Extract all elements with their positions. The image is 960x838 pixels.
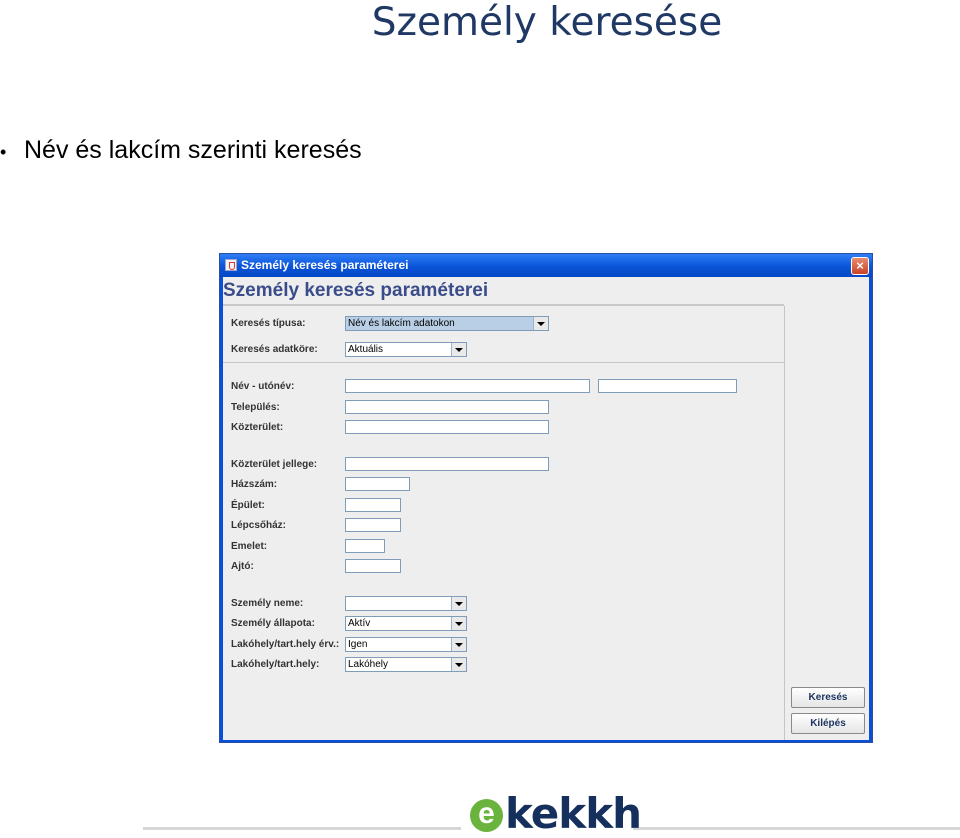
window-titlebar[interactable]: Személy keresés paraméterei × bbox=[220, 254, 872, 277]
door-input[interactable] bbox=[345, 559, 401, 573]
bullet-item: • Név és lakcím szerinti keresés bbox=[0, 134, 362, 168]
staircase-input[interactable] bbox=[345, 518, 401, 532]
staircase-label: Lépcsőház: bbox=[231, 520, 287, 531]
logo-e-icon: e bbox=[470, 799, 503, 832]
residence-value: Lakóhely bbox=[348, 659, 389, 670]
search-scope-label: Keresés adatköre: bbox=[231, 344, 318, 355]
chevron-down-icon[interactable] bbox=[451, 617, 466, 630]
floor-input[interactable] bbox=[345, 539, 385, 553]
given-name-input[interactable] bbox=[598, 379, 737, 393]
house-number-label: Házszám: bbox=[231, 479, 278, 490]
search-type-value: Név és lakcím adatokon bbox=[348, 318, 455, 329]
footer-rule-left bbox=[143, 827, 461, 830]
search-scope-value: Aktuális bbox=[348, 344, 384, 355]
gender-combo[interactable] bbox=[345, 596, 467, 611]
door-label: Ajtó: bbox=[231, 561, 254, 572]
slide-title: Személy keresése bbox=[371, 0, 723, 45]
house-number-input[interactable] bbox=[345, 477, 410, 491]
search-button[interactable]: Keresés bbox=[791, 687, 865, 708]
search-scope-combo[interactable]: Aktuális bbox=[345, 342, 467, 357]
bullet-dot: • bbox=[0, 142, 7, 162]
chevron-down-icon[interactable] bbox=[533, 317, 548, 330]
chevron-down-icon[interactable] bbox=[451, 638, 466, 651]
settlement-input[interactable] bbox=[345, 400, 549, 414]
status-combo[interactable]: Aktív bbox=[345, 616, 467, 631]
residence-valid-combo[interactable]: Igen bbox=[345, 637, 467, 652]
status-value: Aktív bbox=[348, 618, 371, 629]
dialog-header-title: Személy keresés paraméterei bbox=[223, 280, 489, 301]
search-dialog: Személy keresés paraméterei × Személy ke… bbox=[219, 253, 873, 743]
chevron-down-icon[interactable] bbox=[451, 597, 466, 610]
building-input[interactable] bbox=[345, 498, 401, 512]
building-label: Épület: bbox=[231, 500, 265, 511]
floor-label: Emelet: bbox=[231, 541, 268, 552]
street-type-label: Közterület jellege: bbox=[231, 459, 318, 470]
footer-rule-right bbox=[633, 827, 960, 830]
java-cup-icon bbox=[225, 259, 237, 271]
settlement-label: Település: bbox=[231, 402, 280, 413]
surname-input[interactable] bbox=[345, 379, 590, 393]
street-label: Közterület: bbox=[231, 422, 284, 433]
residence-valid-label: Lakóhely/tart.hely érv.: bbox=[231, 639, 340, 650]
search-type-combo[interactable]: Név és lakcím adatokon bbox=[345, 316, 549, 331]
residence-combo[interactable]: Lakóhely bbox=[345, 657, 467, 672]
bullet-text: Név és lakcím szerinti keresés bbox=[24, 136, 362, 164]
close-button[interactable]: × bbox=[851, 257, 869, 275]
window-client: Személy keresés paraméterei Keresés típu… bbox=[223, 277, 869, 740]
street-input[interactable] bbox=[345, 420, 549, 434]
status-label: Személy állapota: bbox=[231, 618, 315, 629]
form-panel: Keresés típusa: Név és lakcím adatokon K… bbox=[223, 306, 785, 740]
window-title: Személy keresés paraméterei bbox=[241, 258, 409, 272]
name-label: Név - utónév: bbox=[231, 381, 295, 392]
residence-valid-value: Igen bbox=[348, 639, 368, 650]
logo-text: kekkh bbox=[505, 789, 642, 838]
exit-button[interactable]: Kilépés bbox=[791, 713, 865, 734]
kekkh-logo: e kekkh bbox=[470, 789, 642, 838]
search-type-label: Keresés típusa: bbox=[231, 318, 306, 329]
street-type-input[interactable] bbox=[345, 457, 549, 471]
chevron-down-icon[interactable] bbox=[451, 658, 466, 671]
type-separator bbox=[223, 362, 784, 363]
residence-label: Lakóhely/tart.hely: bbox=[231, 659, 320, 670]
chevron-down-icon[interactable] bbox=[451, 343, 466, 356]
button-panel: Keresés Kilépés bbox=[785, 306, 869, 740]
gender-label: Személy neme: bbox=[231, 598, 304, 609]
